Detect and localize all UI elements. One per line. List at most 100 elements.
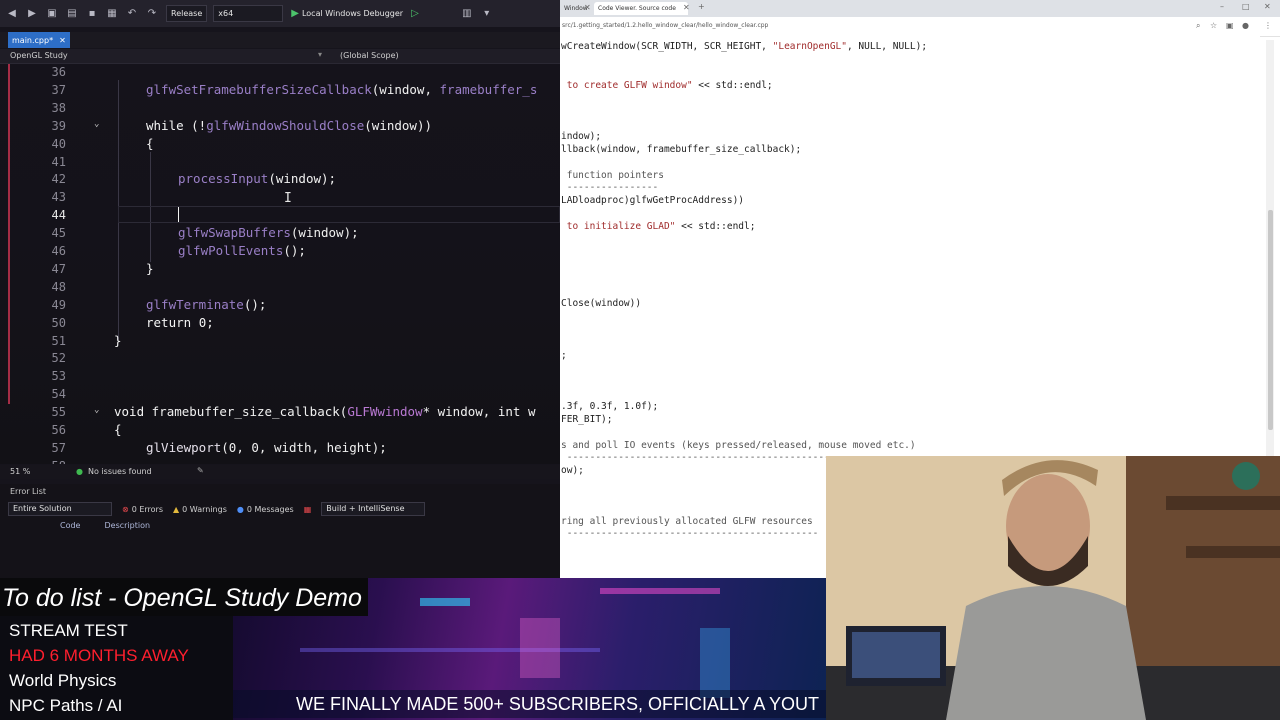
profile-icon[interactable]: ● xyxy=(1242,21,1249,30)
platform-dropdown[interactable]: x64 xyxy=(213,5,284,22)
errors-filter[interactable]: ⊗ 0 Errors xyxy=(122,505,163,514)
code-text: glViewport(0, 0, width, height); xyxy=(146,440,387,455)
open-folder-icon[interactable]: ▤ xyxy=(64,8,80,19)
code-line: 46 glfwPollEvents(); xyxy=(0,243,560,261)
code-token: (window, xyxy=(371,81,440,97)
code-line: 53 xyxy=(0,368,560,386)
url-text[interactable]: src/1.getting_started/1.2.hello_window_c… xyxy=(562,22,768,29)
issues-status[interactable]: No issues found xyxy=(88,467,152,476)
code-token: } xyxy=(114,332,122,348)
source-text: ----------------------------------------… xyxy=(561,528,819,539)
tab-label: main.cpp* xyxy=(12,35,54,45)
close-tab-icon[interactable]: ✕ xyxy=(59,36,66,45)
source-line: Close(window)) xyxy=(561,298,641,309)
webcam-feed xyxy=(826,456,1280,720)
code-text: } xyxy=(114,333,122,348)
source-line: ring all previously allocated GLFW resou… xyxy=(561,516,813,527)
new-project-icon[interactable]: ▣ xyxy=(44,8,60,19)
start-without-debugging-icon[interactable]: ▷ xyxy=(411,8,419,19)
tab-main-cpp[interactable]: main.cpp* ✕ xyxy=(8,32,70,48)
close-window-icon[interactable]: ✕ xyxy=(1264,2,1271,11)
code-token: (); xyxy=(283,243,306,258)
address-bar[interactable]: src/1.getting_started/1.2.hello_window_c… xyxy=(560,17,1280,37)
code-text: processInput(window); xyxy=(178,171,336,186)
undo-icon[interactable]: ↶ xyxy=(124,8,140,19)
string-literal: "LearnOpenGL" xyxy=(772,41,847,52)
line-number: 47 xyxy=(51,261,66,276)
build-filter-dropdown[interactable]: Build + IntelliSense xyxy=(321,502,426,516)
new-tab-icon[interactable]: + xyxy=(698,2,705,11)
code-token: * window, xyxy=(422,404,498,420)
close-tab-icon[interactable]: ✕ xyxy=(584,3,591,12)
scrollbar-thumb[interactable] xyxy=(1268,210,1273,430)
filter-icon[interactable]: ▦ xyxy=(304,505,312,514)
code-token: (); xyxy=(243,296,267,312)
column-code[interactable]: Code xyxy=(60,521,80,530)
configuration-dropdown[interactable]: Release xyxy=(166,5,208,22)
info-icon: ● xyxy=(236,504,244,514)
messages-filter[interactable]: ● 0 Messages xyxy=(237,505,294,514)
browser-tab-active[interactable]: Code Viewer. Source code sh xyxy=(594,2,688,25)
line-number: 56 xyxy=(51,423,66,437)
source-line: to initialize GLAD" << std::endl; xyxy=(561,221,756,232)
source-text: indow); xyxy=(561,131,602,142)
line-number: 39 xyxy=(51,118,66,133)
toolbar-options-icon[interactable]: ▾ xyxy=(479,8,495,19)
maximize-icon[interactable]: □ xyxy=(1242,2,1250,11)
zoom-icon[interactable]: ⌕ xyxy=(1196,21,1200,31)
line-number: 44 xyxy=(51,208,66,223)
news-ticker: WE FINALLY MADE 500+ SUBSCRIBERS, OFFICI… xyxy=(233,690,826,718)
code-token: (! xyxy=(191,117,207,133)
menu-icon[interactable]: ⋮ xyxy=(1264,21,1272,30)
todo-list: STREAM TEST HAD 6 MONTHS AWAY World Phys… xyxy=(0,616,233,720)
column-description[interactable]: Description xyxy=(104,521,150,530)
brush-icon[interactable]: ✎ xyxy=(197,466,204,475)
code-line: 47} xyxy=(0,261,560,279)
scope-filter-dropdown[interactable]: Entire Solution xyxy=(8,502,112,516)
code-token: int xyxy=(497,404,528,420)
redo-icon[interactable]: ↷ xyxy=(144,8,160,19)
error-list-header: Code Description xyxy=(60,521,150,530)
fold-chevron-icon[interactable]: ⌄ xyxy=(94,405,99,415)
code-token: framebuffer_s xyxy=(439,81,538,97)
save-all-icon[interactable]: ▦ xyxy=(104,8,120,19)
solution-explorer-icon[interactable]: ▥ xyxy=(459,8,475,19)
code-editor[interactable]: I 36 37 glfwSetFramebufferSizeCallback(win… xyxy=(0,64,560,464)
code-line: 41 xyxy=(0,154,560,172)
code-token: (window)) xyxy=(364,117,432,133)
code-token: glfwTerminate xyxy=(146,296,244,312)
chevron-down-icon[interactable]: ▾ xyxy=(318,50,322,59)
start-debugging-icon[interactable]: ▶ xyxy=(291,8,299,19)
scope-dropdown[interactable]: (Global Scope) xyxy=(340,51,399,60)
warnings-filter[interactable]: ▲ 0 Warnings xyxy=(173,505,227,514)
source-text: .3f, 0.3f, 1.0f); xyxy=(561,401,659,412)
line-number: 41 xyxy=(51,154,66,169)
code-line: 50 return 0; xyxy=(0,315,560,333)
source-text: LADloadproc)glfwGetProcAddress)) xyxy=(561,195,745,206)
fold-chevron-icon[interactable]: ⌄ xyxy=(94,119,99,129)
line-number: 55 xyxy=(51,405,66,420)
code-text: } xyxy=(146,261,154,276)
minimize-icon[interactable]: – xyxy=(1220,2,1224,11)
bookmark-star-icon[interactable]: ☆ xyxy=(1210,21,1217,30)
code-token: glfwPollEvents xyxy=(178,243,284,258)
warnings-count: 0 Warnings xyxy=(182,504,227,514)
forward-icon[interactable]: ▶ xyxy=(24,8,40,19)
source-line: indow); xyxy=(561,131,601,142)
close-tab-icon[interactable]: ✕ xyxy=(683,3,690,12)
source-line: FER_BIT); xyxy=(561,414,612,425)
code-token: GLFWwindow xyxy=(347,404,423,420)
save-icon[interactable]: ▪ xyxy=(84,8,100,19)
code-token: void xyxy=(114,404,152,420)
code-text: void framebuffer_size_callback(GLFWwindo… xyxy=(114,404,535,419)
todo-item: World Physics xyxy=(9,671,117,690)
extensions-icon[interactable]: ▣ xyxy=(1226,21,1234,30)
source-text: ---------------- xyxy=(561,182,659,193)
debugger-label[interactable]: Local Windows Debugger xyxy=(302,9,403,18)
back-icon[interactable]: ◀ xyxy=(4,8,20,19)
error-list-title: Error List xyxy=(10,487,47,496)
line-number: 49 xyxy=(51,297,66,312)
todo-item: HAD 6 MONTHS AWAY xyxy=(9,646,189,665)
project-dropdown[interactable]: OpenGL Study xyxy=(10,51,68,60)
zoom-level[interactable]: 51 % xyxy=(10,467,30,476)
